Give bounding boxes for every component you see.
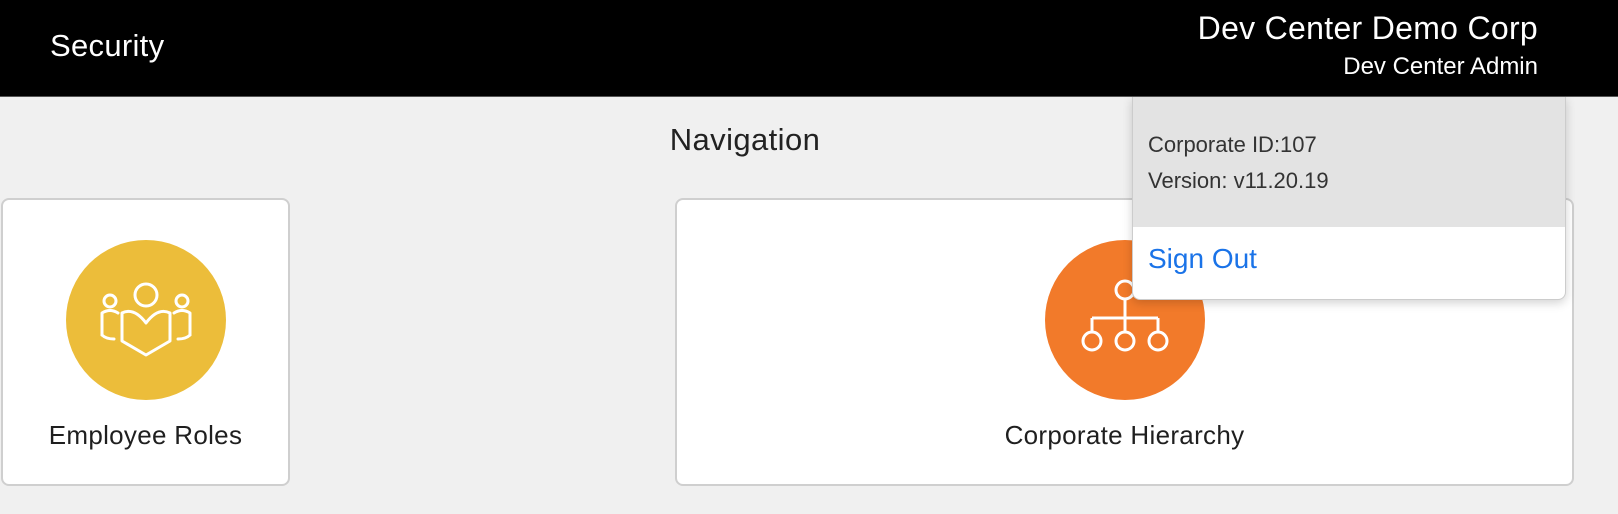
account-dropdown: Corporate ID:107 Version: v11.20.19 Sign… — [1132, 97, 1566, 300]
employee-roles-icon — [66, 240, 226, 400]
version-text: Version: v11.20.19 — [1148, 168, 1329, 193]
employee-roles-label: Employee Roles — [48, 420, 243, 450]
page-title: Security — [50, 28, 165, 63]
sign-out-link[interactable]: Sign Out — [1133, 227, 1565, 275]
company-name: Dev Center Demo Corp — [1197, 10, 1538, 46]
employee-roles-card[interactable]: Employee Roles — [1, 198, 290, 486]
account-menu-toggle[interactable]: Dev Center Demo Corp Dev Center Admin — [1198, 8, 1538, 84]
account-info-panel: Corporate ID:107 Version: v11.20.19 — [1133, 97, 1565, 227]
user-role: Dev Center Admin — [1343, 53, 1538, 80]
top-bar: Security Dev Center Demo Corp Dev Center… — [0, 0, 1618, 97]
corporate-id: Corporate ID:107 — [1148, 132, 1317, 157]
corporate-hierarchy-label: Corporate Hierarchy — [1004, 420, 1245, 450]
